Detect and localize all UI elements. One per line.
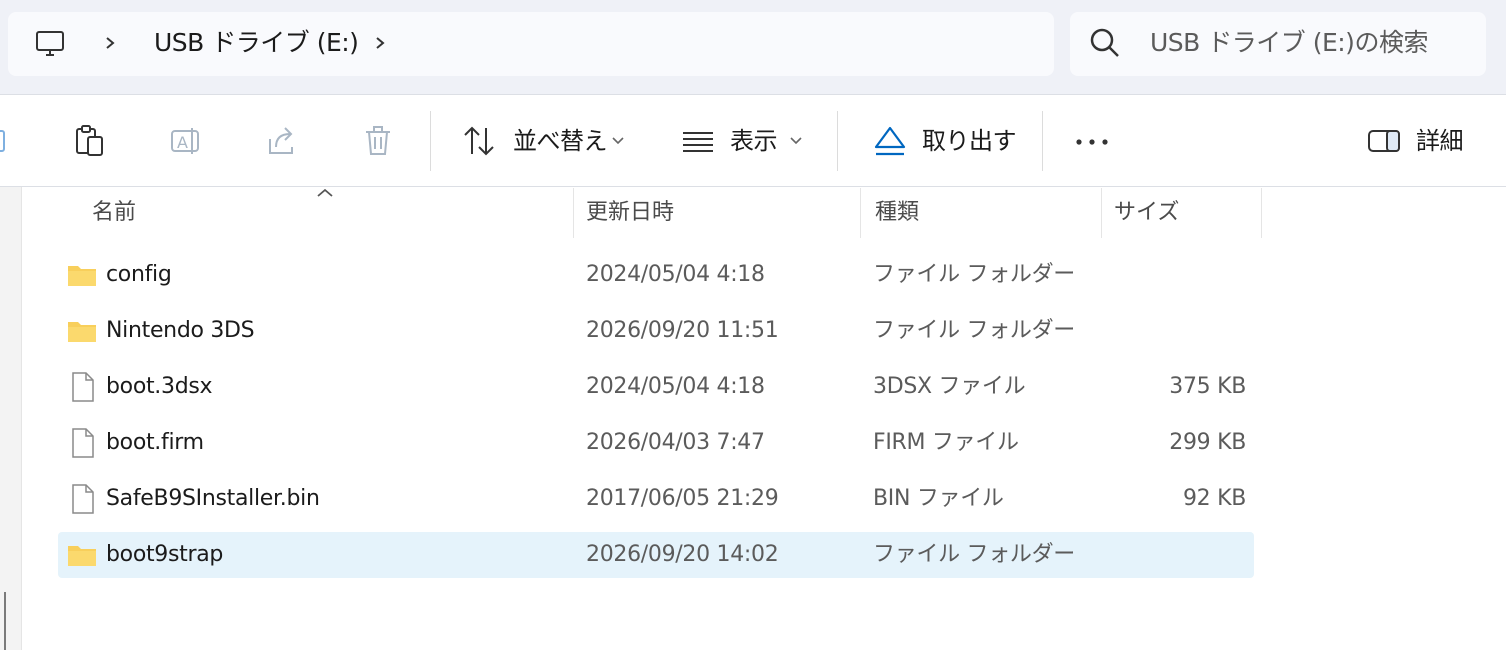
column-divider[interactable]	[573, 188, 574, 238]
delete-icon[interactable]	[360, 123, 396, 159]
command-bar: A 並べ替え 表示 取り出す 詳細	[0, 95, 1506, 187]
address-bar-region: USB ドライブ (E:) USB ドライブ (E:)の検索	[0, 0, 1506, 95]
file-row-boot-3dsx[interactable]: boot.3dsx 2024/05/04 4:18 3DSX ファイル 375 …	[58, 364, 1254, 410]
file-size: 375 KB	[1169, 374, 1246, 399]
file-icon	[72, 484, 94, 514]
file-type: ファイル フォルダー	[873, 318, 1075, 343]
file-date: 2017/06/05 21:29	[586, 486, 779, 511]
file-date: 2024/05/04 4:18	[586, 262, 765, 287]
search-icon	[1090, 28, 1119, 57]
details-label: 詳細	[1416, 127, 1464, 155]
search-placeholder: USB ドライブ (E:)の検索	[1150, 28, 1428, 57]
file-date: 2026/09/20 11:51	[586, 318, 779, 343]
file-name: boot.firm	[106, 430, 204, 455]
file-name: boot9strap	[106, 542, 224, 567]
file-row-nintendo-3ds[interactable]: Nintendo 3DS 2026/09/20 11:51 ファイル フォルダー	[58, 308, 1254, 354]
eject-label: 取り出す	[922, 127, 1017, 155]
this-pc-icon[interactable]	[34, 28, 66, 60]
more-options-icon[interactable]	[1074, 123, 1110, 159]
sort-button[interactable]: 並べ替え	[455, 95, 645, 186]
navigation-pane[interactable]	[0, 187, 22, 650]
breadcrumb-usb-drive[interactable]: USB ドライブ (E:)	[154, 26, 359, 60]
file-date: 2026/04/03 7:47	[586, 430, 765, 455]
chevron-down-icon	[612, 137, 624, 145]
file-size: 299 KB	[1169, 430, 1246, 455]
column-divider[interactable]	[1261, 188, 1262, 238]
sort-icon	[464, 126, 494, 156]
file-size: 92 KB	[1182, 486, 1246, 511]
rename-icon[interactable]: A	[168, 123, 204, 159]
file-type: 3DSX ファイル	[873, 374, 1026, 399]
details-pane-icon	[1368, 130, 1400, 152]
view-button[interactable]: 表示	[676, 95, 816, 186]
svg-text:A: A	[177, 133, 188, 152]
sort-label: 並べ替え	[513, 127, 608, 155]
column-divider[interactable]	[1101, 188, 1102, 238]
file-name: Nintendo 3DS	[106, 318, 255, 343]
file-name: config	[106, 262, 172, 287]
cut-icon[interactable]	[0, 123, 26, 159]
file-date: 2026/09/20 14:02	[586, 542, 779, 567]
sort-ascending-icon	[317, 188, 333, 197]
chevron-down-icon	[790, 137, 802, 145]
column-header-size[interactable]: サイズ	[1114, 196, 1179, 230]
file-row-boot9strap[interactable]: boot9strap 2026/09/20 14:02 ファイル フォルダー	[58, 532, 1254, 578]
file-type: FIRM ファイル	[873, 430, 1019, 455]
file-row-boot-firm[interactable]: boot.firm 2026/04/03 7:47 FIRM ファイル 299 …	[58, 420, 1254, 466]
folder-icon	[68, 266, 96, 286]
file-name: SafeB9SInstaller.bin	[106, 486, 320, 511]
eject-icon	[874, 126, 906, 156]
scrollbar[interactable]	[4, 592, 6, 650]
chevron-right-icon[interactable]	[370, 27, 390, 59]
toolbar-divider	[837, 111, 838, 171]
column-header-date[interactable]: 更新日時	[586, 196, 674, 230]
view-lines-icon	[683, 132, 713, 152]
file-date: 2024/05/04 4:18	[586, 374, 765, 399]
folder-icon	[68, 322, 96, 342]
file-type: ファイル フォルダー	[873, 542, 1075, 567]
column-header-name[interactable]: 名前	[92, 196, 136, 230]
file-icon	[72, 428, 94, 458]
file-row-config[interactable]: config 2024/05/04 4:18 ファイル フォルダー	[58, 252, 1254, 298]
folder-icon	[68, 546, 96, 566]
toolbar-divider	[430, 111, 431, 171]
eject-button[interactable]: 取り出す	[870, 95, 1030, 186]
file-row-safeb9sinstaller[interactable]: SafeB9SInstaller.bin 2017/06/05 21:29 BI…	[58, 476, 1254, 522]
share-icon[interactable]	[264, 123, 300, 159]
file-name: boot.3dsx	[106, 374, 213, 399]
toolbar-divider	[1042, 111, 1043, 171]
file-type: BIN ファイル	[873, 486, 1004, 511]
chevron-right-icon[interactable]	[100, 27, 120, 59]
view-label: 表示	[730, 127, 778, 155]
paste-icon[interactable]	[72, 123, 108, 159]
file-icon	[72, 372, 94, 402]
file-type: ファイル フォルダー	[873, 262, 1075, 287]
column-divider[interactable]	[860, 188, 861, 238]
details-pane-button[interactable]: 詳細	[1364, 95, 1474, 186]
column-header-type[interactable]: 種類	[875, 196, 919, 230]
